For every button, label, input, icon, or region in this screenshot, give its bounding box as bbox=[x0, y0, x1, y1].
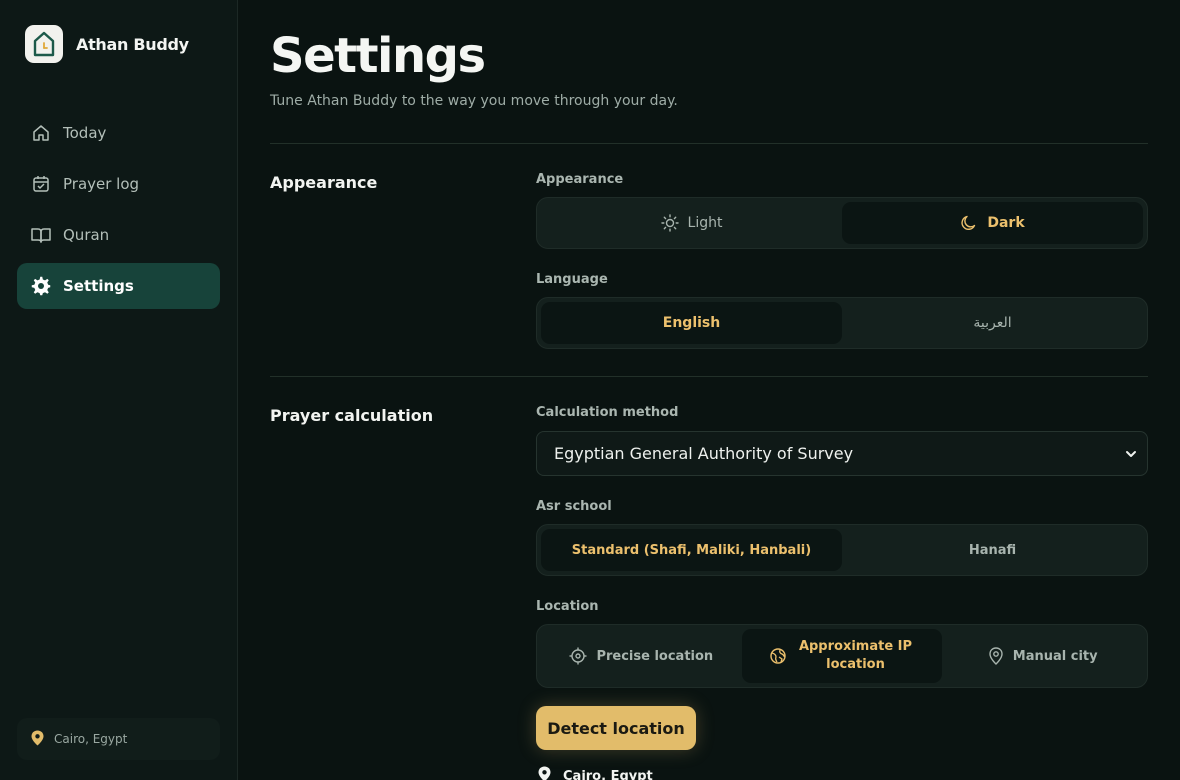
app-logo-icon bbox=[25, 25, 63, 63]
language-label: Language bbox=[536, 272, 608, 287]
map-pin-icon bbox=[988, 647, 1004, 665]
calculation-method-select[interactable]: Egyptian General Authority of Survey bbox=[536, 431, 1148, 476]
location-label: Location bbox=[536, 599, 599, 614]
appearance-dark-label: Dark bbox=[987, 215, 1025, 231]
sidebar-item-today[interactable]: Today bbox=[17, 110, 220, 156]
sidebar-location-chip[interactable]: Cairo, Egypt bbox=[17, 718, 220, 760]
app-name: Athan Buddy bbox=[76, 34, 189, 54]
divider bbox=[270, 143, 1148, 144]
location-precise-label: Precise location bbox=[596, 648, 714, 664]
location-ip-label: Approximate IP location bbox=[798, 639, 913, 672]
location-manual-label: Manual city bbox=[1012, 648, 1098, 664]
asr-hanafi-label: Hanafi bbox=[968, 542, 1017, 558]
map-pin-icon bbox=[31, 730, 44, 749]
sidebar: Athan Buddy Today Prayer log Quran Setti… bbox=[0, 0, 238, 780]
brand[interactable]: Athan Buddy bbox=[25, 25, 189, 63]
calendar-check-icon bbox=[31, 174, 51, 194]
map-pin-icon bbox=[538, 766, 551, 780]
prayer-section-title: Prayer calculation bbox=[270, 406, 434, 425]
globe-icon bbox=[769, 647, 787, 665]
appearance-light-option[interactable]: Light bbox=[541, 202, 842, 244]
page-subtitle: Tune Athan Buddy to the way you move thr… bbox=[270, 93, 678, 109]
settings-main: Settings Tune Athan Buddy to the way you… bbox=[270, 0, 1148, 780]
appearance-dark-option[interactable]: Dark bbox=[842, 202, 1143, 244]
asr-school-label: Asr school bbox=[536, 499, 612, 514]
gear-icon bbox=[31, 276, 51, 296]
detect-location-button[interactable]: Detect location bbox=[536, 706, 696, 750]
appearance-light-label: Light bbox=[687, 215, 723, 231]
language-english-label: English bbox=[662, 315, 721, 331]
language-arabic-label: العربية bbox=[973, 315, 1012, 331]
sidebar-item-label: Prayer log bbox=[63, 175, 140, 193]
language-english-option[interactable]: English bbox=[541, 302, 842, 344]
language-arabic-option[interactable]: العربية bbox=[842, 302, 1143, 344]
appearance-section-title: Appearance bbox=[270, 173, 378, 192]
location-mode-toggle: Precise location Approximate IP location… bbox=[536, 624, 1148, 688]
page-title: Settings bbox=[270, 28, 486, 84]
current-location: Cairo, Egypt bbox=[538, 766, 653, 780]
chevron-down-icon bbox=[1125, 446, 1137, 465]
sidebar-item-prayer-log[interactable]: Prayer log bbox=[17, 161, 220, 207]
asr-school-toggle: Standard (Shafi, Maliki, Hanbali) Hanafi bbox=[536, 524, 1148, 576]
location-ip-option[interactable]: Approximate IP location bbox=[741, 629, 943, 683]
sidebar-item-label: Today bbox=[63, 124, 107, 142]
appearance-label: Appearance bbox=[536, 172, 624, 187]
sidebar-location-label: Cairo, Egypt bbox=[54, 732, 128, 746]
calculation-method-value: Egyptian General Authority of Survey bbox=[554, 444, 854, 463]
sidebar-item-label: Quran bbox=[63, 226, 110, 244]
appearance-toggle: Light Dark bbox=[536, 197, 1148, 249]
location-precise-option[interactable]: Precise location bbox=[541, 629, 742, 683]
sidebar-nav: Today Prayer log Quran Settings bbox=[17, 110, 220, 314]
calculation-method-label: Calculation method bbox=[536, 405, 679, 420]
language-toggle: English العربية bbox=[536, 297, 1148, 349]
asr-standard-label: Standard (Shafi, Maliki, Hanbali) bbox=[571, 542, 812, 558]
asr-standard-option[interactable]: Standard (Shafi, Maliki, Hanbali) bbox=[541, 529, 842, 571]
location-manual-option[interactable]: Manual city bbox=[942, 629, 1143, 683]
sidebar-item-quran[interactable]: Quran bbox=[17, 212, 220, 258]
sidebar-item-label: Settings bbox=[63, 277, 134, 295]
divider bbox=[270, 376, 1148, 377]
crosshair-icon bbox=[569, 647, 587, 665]
moon-icon bbox=[960, 214, 978, 232]
sun-icon bbox=[660, 214, 679, 232]
current-location-label: Cairo, Egypt bbox=[563, 768, 653, 780]
home-icon bbox=[31, 123, 51, 143]
book-open-icon bbox=[31, 225, 51, 245]
asr-hanafi-option[interactable]: Hanafi bbox=[842, 529, 1143, 571]
sidebar-item-settings[interactable]: Settings bbox=[17, 263, 220, 309]
